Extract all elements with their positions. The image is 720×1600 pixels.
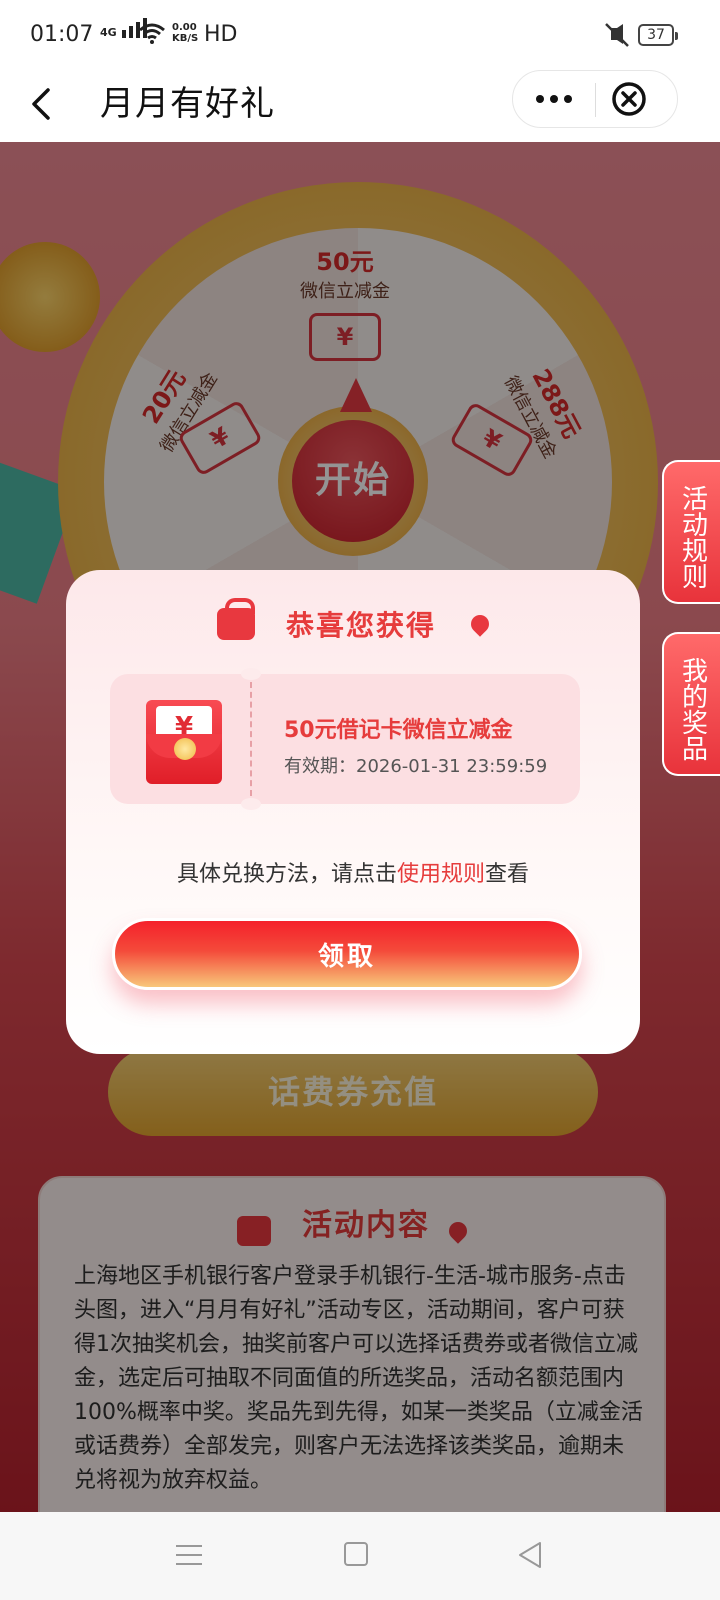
- prize-popup: 恭喜您获得 ¥ 50元借记卡微信立减金 有效期：2026-01-31 23:59…: [66, 570, 640, 1054]
- prize-validity: 有效期：2026-01-31 23:59:59: [284, 756, 548, 777]
- wifi-icon: [139, 23, 165, 44]
- claim-button[interactable]: 领取: [112, 918, 582, 990]
- popup-title: 恭喜您获得: [66, 598, 640, 644]
- dot-icon: [536, 95, 544, 103]
- back-triangle-icon[interactable]: [516, 1540, 544, 1570]
- network-speed: 0.00 KB/S: [172, 22, 199, 44]
- red-packet-icon: ¥: [146, 700, 222, 784]
- more-button[interactable]: [513, 71, 595, 127]
- back-button[interactable]: [22, 78, 62, 130]
- network-type: 4G: [100, 26, 117, 39]
- close-button[interactable]: [609, 79, 649, 119]
- menu-icon[interactable]: [174, 1542, 204, 1568]
- dashed-divider: [250, 682, 252, 796]
- hd-indicator: HD: [204, 22, 238, 47]
- status-time: 01:07: [30, 22, 94, 47]
- heart-icon: [467, 611, 493, 637]
- my-prizes-tab[interactable]: 我的奖品: [662, 632, 720, 776]
- system-nav-bar: [0, 1512, 720, 1600]
- gift-icon: [216, 598, 255, 640]
- nav-bar: 月月有好礼: [0, 70, 720, 142]
- status-bar: 01:07 4G 0.00 KB/S HD 37: [0, 0, 720, 70]
- mini-program-capsule: [512, 70, 678, 128]
- mute-icon: [605, 23, 629, 47]
- home-icon[interactable]: [344, 1542, 368, 1566]
- divider: [595, 83, 596, 117]
- activity-rules-tab[interactable]: 活动规则: [662, 460, 720, 604]
- dot-icon: [550, 95, 558, 103]
- prize-name: 50元借记卡微信立减金: [284, 718, 513, 743]
- prize-card: ¥ 50元借记卡微信立减金 有效期：2026-01-31 23:59:59: [110, 668, 580, 810]
- redeem-hint: 具体兑换方法，请点击使用规则查看: [176, 862, 530, 887]
- battery-icon: 37: [638, 24, 678, 46]
- page-title: 月月有好礼: [100, 84, 275, 124]
- dot-icon: [564, 95, 572, 103]
- usage-rules-link[interactable]: 使用规则: [397, 862, 485, 887]
